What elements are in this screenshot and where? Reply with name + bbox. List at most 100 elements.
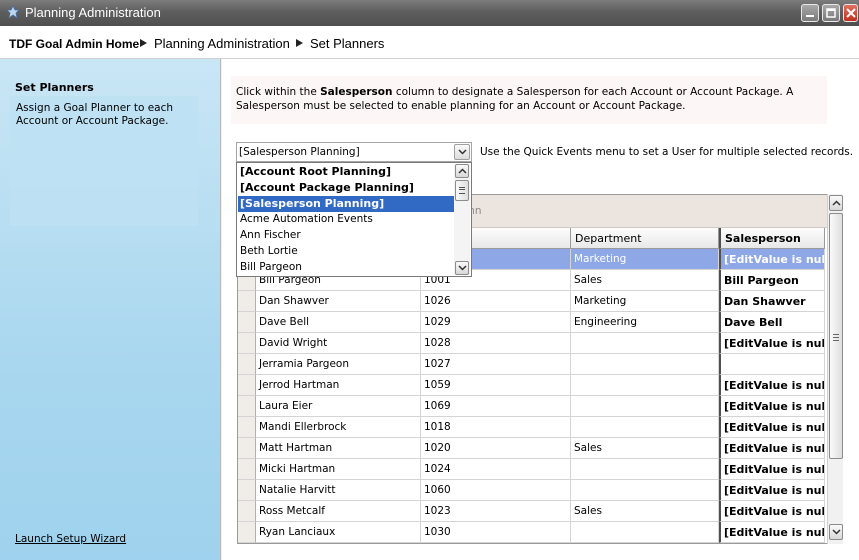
- cell-department[interactable]: Sales: [571, 438, 719, 459]
- scroll-thumb[interactable]: [829, 213, 843, 459]
- table-row[interactable]: Natalie Harvitt 1060 [EditValue is null]: [238, 480, 828, 501]
- breadcrumb-planning-administration[interactable]: Planning Administration: [154, 36, 290, 51]
- column-header-department[interactable]: Department: [571, 228, 719, 249]
- table-row[interactable]: David Wright 1028 [EditValue is null]: [238, 333, 828, 354]
- dropdown-scroll-thumb[interactable]: [455, 180, 469, 201]
- dropdown-option[interactable]: [Account Package Planning]: [238, 180, 454, 196]
- cell-department[interactable]: [571, 354, 719, 375]
- cell-id[interactable]: 1026: [421, 291, 571, 312]
- minimize-button[interactable]: [801, 4, 819, 22]
- cell-salesperson[interactable]: [EditValue is null]: [719, 249, 825, 270]
- cell-id[interactable]: 1027: [421, 354, 571, 375]
- cell-salesperson[interactable]: [EditValue is null]: [719, 522, 825, 543]
- table-row[interactable]: Ryan Lanciaux 1030 [EditValue is null]: [238, 522, 828, 543]
- cell-id[interactable]: 1060: [421, 480, 571, 501]
- cell-name[interactable]: David Wright: [256, 333, 421, 354]
- cell-name[interactable]: Ross Metcalf: [256, 501, 421, 522]
- row-indicator[interactable]: [238, 375, 256, 396]
- cell-department[interactable]: Engineering: [571, 312, 719, 333]
- cell-id[interactable]: 1024: [421, 459, 571, 480]
- row-indicator[interactable]: [238, 438, 256, 459]
- table-row[interactable]: Jerramia Pargeon 1027: [238, 354, 828, 375]
- scroll-down-button[interactable]: [829, 524, 843, 540]
- cell-department[interactable]: [571, 459, 719, 480]
- cell-salesperson[interactable]: Dave Bell: [719, 312, 825, 333]
- cell-salesperson[interactable]: [EditValue is null]: [719, 333, 825, 354]
- dropdown-scroll-up[interactable]: [455, 164, 469, 178]
- dropdown-scrollbar[interactable]: [454, 164, 470, 275]
- cell-name[interactable]: Micki Hartman: [256, 459, 421, 480]
- scroll-up-button[interactable]: [829, 195, 843, 211]
- cell-salesperson[interactable]: [EditValue is null]: [719, 459, 825, 480]
- close-button[interactable]: [843, 4, 858, 22]
- cell-salesperson[interactable]: Dan Shawver: [719, 291, 825, 312]
- cell-salesperson[interactable]: [EditValue is null]: [719, 438, 825, 459]
- dropdown-option[interactable]: Ann Fischer: [238, 228, 454, 244]
- cell-name[interactable]: Matt Hartman: [256, 438, 421, 459]
- cell-department[interactable]: [571, 396, 719, 417]
- cell-name[interactable]: Dan Shawver: [256, 291, 421, 312]
- cell-id[interactable]: 1018: [421, 417, 571, 438]
- table-row[interactable]: Micki Hartman 1024 [EditValue is null]: [238, 459, 828, 480]
- table-row[interactable]: Jerrod Hartman 1059 [EditValue is null]: [238, 375, 828, 396]
- cell-id[interactable]: 1069: [421, 396, 571, 417]
- breadcrumb-home[interactable]: TDF Goal Admin Home: [9, 37, 139, 51]
- table-row[interactable]: Matt Hartman 1020 Sales [EditValue is null]: [238, 438, 828, 459]
- cell-department[interactable]: Marketing: [571, 249, 719, 270]
- cell-id[interactable]: 1030: [421, 522, 571, 543]
- row-indicator[interactable]: [238, 459, 256, 480]
- dropdown-option[interactable]: [Account Root Planning]: [238, 164, 454, 180]
- cell-department[interactable]: Sales: [571, 270, 719, 291]
- cell-name[interactable]: Mandi Ellerbrock: [256, 417, 421, 438]
- dropdown-button[interactable]: [454, 144, 470, 160]
- cell-department[interactable]: Marketing: [571, 291, 719, 312]
- cell-salesperson[interactable]: [EditValue is null]: [719, 480, 825, 501]
- cell-salesperson[interactable]: [EditValue is null]: [719, 375, 825, 396]
- row-indicator[interactable]: [238, 480, 256, 501]
- cell-salesperson[interactable]: [719, 354, 825, 375]
- dropdown-option[interactable]: [Salesperson Planning]: [238, 196, 454, 212]
- maximize-button[interactable]: [822, 4, 840, 22]
- row-indicator[interactable]: [238, 312, 256, 333]
- cell-salesperson[interactable]: [EditValue is null]: [719, 417, 825, 438]
- row-indicator[interactable]: [238, 501, 256, 522]
- cell-department[interactable]: [571, 333, 719, 354]
- dropdown-option[interactable]: Acme Automation Events: [238, 212, 454, 228]
- table-row[interactable]: Laura Eier 1069 [EditValue is null]: [238, 396, 828, 417]
- cell-name[interactable]: Natalie Harvitt: [256, 480, 421, 501]
- table-row[interactable]: Ross Metcalf 1023 Sales [EditValue is null]: [238, 501, 828, 522]
- cell-department[interactable]: [571, 522, 719, 543]
- cell-salesperson[interactable]: Bill Pargeon: [719, 270, 825, 291]
- table-row[interactable]: Dave Bell 1029 Engineering Dave Bell: [238, 312, 828, 333]
- cell-department[interactable]: [571, 480, 719, 501]
- cell-id[interactable]: 1028: [421, 333, 571, 354]
- row-indicator[interactable]: [238, 417, 256, 438]
- row-indicator[interactable]: [238, 396, 256, 417]
- cell-id[interactable]: 1029: [421, 312, 571, 333]
- dropdown-option[interactable]: Beth Lortie: [238, 244, 454, 260]
- cell-salesperson[interactable]: [EditValue is null]: [719, 501, 825, 522]
- cell-name[interactable]: Laura Eier: [256, 396, 421, 417]
- cell-id[interactable]: 1059: [421, 375, 571, 396]
- table-row[interactable]: Dan Shawver 1026 Marketing Dan Shawver: [238, 291, 828, 312]
- row-indicator[interactable]: [238, 291, 256, 312]
- table-row[interactable]: Mandi Ellerbrock 1018 [EditValue is null]: [238, 417, 828, 438]
- cell-name[interactable]: Dave Bell: [256, 312, 421, 333]
- quick-events-list[interactable]: [Account Root Planning] [Account Package …: [236, 162, 472, 277]
- cell-name[interactable]: Jerramia Pargeon: [256, 354, 421, 375]
- row-indicator[interactable]: [238, 333, 256, 354]
- grid-scrollbar[interactable]: [827, 194, 843, 544]
- dropdown-scroll-down[interactable]: [455, 261, 469, 275]
- cell-id[interactable]: 1020: [421, 438, 571, 459]
- row-indicator[interactable]: [238, 522, 256, 543]
- quick-events-dropdown[interactable]: [Salesperson Planning]: [236, 142, 472, 162]
- cell-name[interactable]: Ryan Lanciaux: [256, 522, 421, 543]
- cell-id[interactable]: 1023: [421, 501, 571, 522]
- column-header-salesperson[interactable]: Salesperson: [719, 228, 825, 249]
- dropdown-option[interactable]: Bill Pargeon: [238, 260, 454, 276]
- cell-salesperson[interactable]: [EditValue is null]: [719, 396, 825, 417]
- cell-department[interactable]: [571, 417, 719, 438]
- cell-name[interactable]: Jerrod Hartman: [256, 375, 421, 396]
- row-indicator[interactable]: [238, 354, 256, 375]
- cell-department[interactable]: Sales: [571, 501, 719, 522]
